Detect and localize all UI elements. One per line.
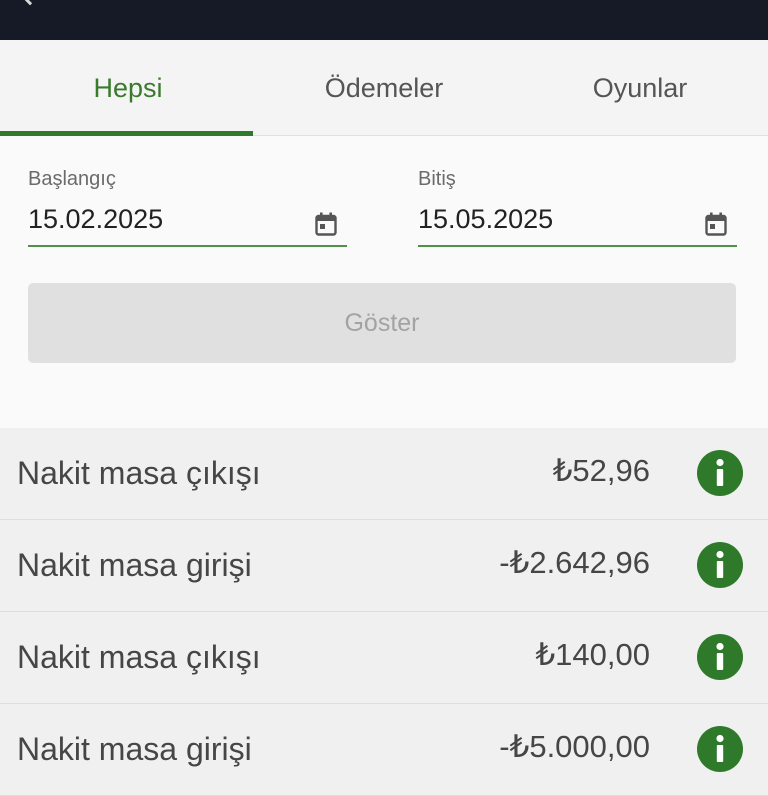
transaction-title: Nakit masa girişi (17, 547, 252, 583)
active-tab-indicator (0, 131, 253, 136)
transaction-amount: ₺140,00 (535, 637, 650, 672)
info-icon[interactable] (697, 542, 743, 588)
transaction-list: Nakit masa çıkışı ₺52,96 Nakit masa giri… (0, 428, 768, 796)
top-app-bar (0, 0, 768, 40)
start-date-underline (28, 245, 347, 247)
transaction-title: Nakit masa girişi (17, 731, 252, 767)
show-button[interactable]: Göster (28, 283, 736, 363)
tab-hepsi[interactable]: Hepsi (0, 40, 256, 136)
transaction-amount: ₺52,96 (552, 453, 650, 488)
transaction-title: Nakit masa çıkışı (17, 455, 261, 491)
end-date-value[interactable]: 15.05.2025 (418, 204, 553, 235)
transaction-row: Nakit masa girişi -₺2.642,96 (0, 520, 768, 612)
back-arrow-icon[interactable] (18, 0, 42, 6)
transaction-row: Nakit masa çıkışı ₺52,96 (0, 428, 768, 520)
info-icon[interactable] (697, 634, 743, 680)
end-date-field[interactable]: Bitiş 15.05.2025 (418, 164, 737, 248)
transaction-row: Nakit masa çıkışı ₺140,00 (0, 612, 768, 704)
transaction-title: Nakit masa çıkışı (17, 639, 261, 675)
start-date-field[interactable]: Başlangıç 15.02.2025 (28, 164, 347, 248)
end-date-label: Bitiş (418, 168, 456, 190)
end-date-underline (418, 245, 737, 247)
calendar-icon[interactable] (705, 212, 727, 236)
tab-bar: Hepsi Ödemeler Oyunlar (0, 40, 768, 136)
start-date-value[interactable]: 15.02.2025 (28, 204, 163, 235)
start-date-label: Başlangıç (28, 168, 116, 190)
tab-odemeler[interactable]: Ödemeler (256, 40, 512, 136)
tab-oyunlar[interactable]: Oyunlar (512, 40, 768, 136)
transaction-row: Nakit masa girişi -₺5.000,00 (0, 704, 768, 796)
calendar-icon[interactable] (315, 212, 337, 236)
info-icon[interactable] (697, 450, 743, 496)
info-icon[interactable] (697, 726, 743, 772)
transaction-amount: -₺2.642,96 (499, 545, 650, 580)
transaction-amount: -₺5.000,00 (499, 729, 650, 764)
